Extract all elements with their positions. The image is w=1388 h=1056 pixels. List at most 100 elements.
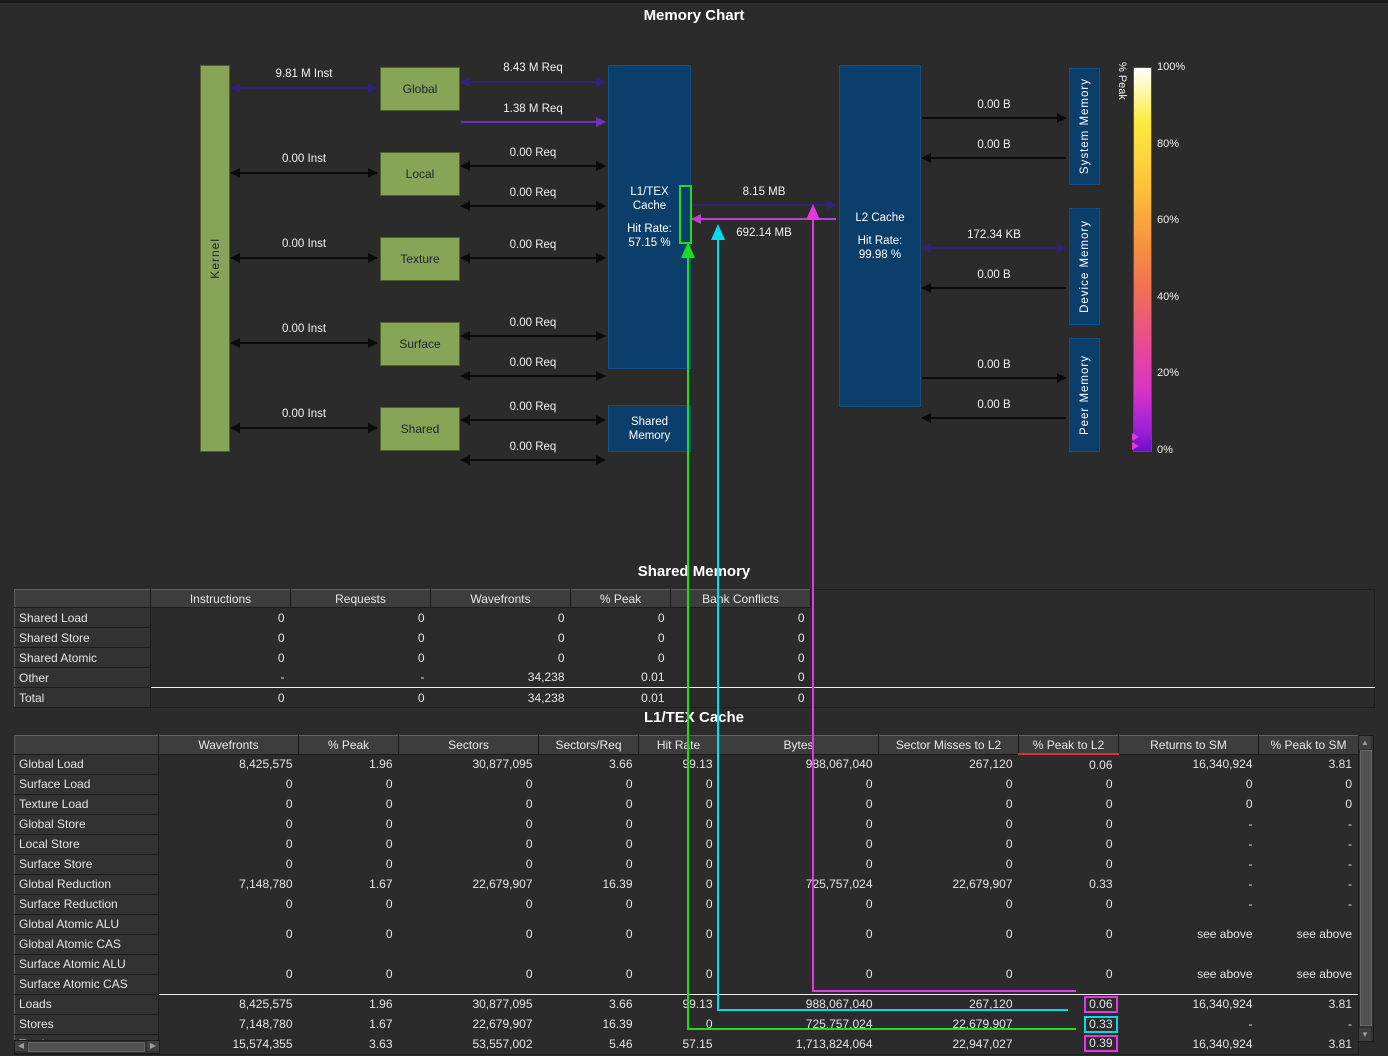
node-surface[interactable]: Surface [380,322,460,366]
row-label-header [15,736,159,755]
edge-label-surface-l1-a: 0.00 Req [510,317,557,330]
table-cell: 22,947,027 [879,1034,1019,1054]
device-memory-box[interactable]: Device Memory [1069,208,1100,325]
kernel-box[interactable]: Kernel [200,65,230,452]
row-label[interactable]: Surface Atomic CAS [15,974,159,994]
scroll-right-button[interactable]: ▶ [147,1041,159,1051]
system-memory-box[interactable]: System Memory [1069,68,1100,185]
table-cell: 0 [879,774,1019,794]
table-cell: 0 [639,814,719,834]
node-surface-label: Surface [399,337,440,351]
column-header[interactable]: Wavefronts [159,736,299,755]
table-row: Other--34,2380.010 [15,668,1375,688]
row-label[interactable]: Shared Atomic [15,648,151,668]
row-label[interactable]: Loads [15,994,159,1014]
table-cell: - [1119,874,1259,894]
row-label[interactable]: Surface Load [15,774,159,794]
column-header[interactable]: Instructions [151,590,291,608]
shared-memory-box-label: Shared Memory [621,415,679,443]
column-header[interactable]: % Peak to L2 [1019,736,1119,755]
scroll-down-button[interactable]: ▼ [1359,1028,1371,1041]
row-label[interactable]: Shared Store [15,628,151,648]
table-cell: 30,877,095 [399,754,539,774]
row-label[interactable]: Global Reduction [15,874,159,894]
node-texture[interactable]: Texture [380,237,460,281]
row-label[interactable]: Other [15,668,151,688]
table-cell: 0.33 [1019,874,1119,894]
table-cell: 725,757,024 [719,874,879,894]
table-cell: 16,340,924 [1119,994,1259,1014]
table-cell: 0 [539,854,639,874]
table-cell: 0 [1119,774,1259,794]
row-label[interactable]: Global Store [15,814,159,834]
scroll-up-button[interactable]: ▲ [1359,736,1371,749]
column-header[interactable]: Returns to SM [1119,736,1259,755]
scroll-left-button[interactable]: ◀ [15,1041,27,1051]
column-header[interactable]: Sectors/Req [539,736,639,755]
row-label[interactable]: Global Atomic CAS [15,934,159,954]
table-cell: 267,120 [879,754,1019,774]
scale-current-marker [1132,433,1139,441]
memory-chart-title: Memory Chart [0,7,1388,24]
column-header[interactable]: Requests [291,590,431,608]
table-cell: 0 [879,834,1019,854]
row-label[interactable]: Local Store [15,834,159,854]
node-local-label: Local [406,167,435,181]
row-label[interactable]: Texture Load [15,794,159,814]
column-header[interactable]: % Peak [299,736,399,755]
column-header[interactable]: Wavefronts [431,590,571,608]
column-header[interactable]: Hit Rate [639,736,719,755]
peer-memory-box[interactable]: Peer Memory [1069,338,1100,452]
row-label[interactable]: Total [15,688,151,708]
table-cell: 34,238 [431,668,571,688]
table-cell: 0 [879,814,1019,834]
l1-table-vertical-scrollbar[interactable]: ▲ ▼ [1358,735,1374,1042]
header-filler [811,590,1375,608]
edge-label-peer-a: 0.00 B [977,359,1010,372]
l2-cache-box[interactable]: L2 Cache Hit Rate: 99.98 % [839,65,921,407]
shared-memory-box[interactable]: Shared Memory [608,405,691,452]
table-cell: 1.96 [299,754,399,774]
column-header[interactable]: % Peak to SM [1259,736,1359,755]
l1-table-horizontal-scrollbar[interactable]: ◀ ▶ [14,1040,160,1054]
row-label[interactable]: Shared Load [15,608,151,628]
table-row: Global Atomic ALU00000000see abovesee ab… [15,914,1359,934]
table-cell: 0 [719,894,879,914]
node-global[interactable]: Global [380,67,460,111]
row-label[interactable]: Surface Store [15,854,159,874]
table-cell: 0 [639,774,719,794]
row-label[interactable]: Global Atomic ALU [15,914,159,934]
table-row: Total15,574,3553.6353,557,0025.4657.151,… [15,1034,1359,1054]
row-label[interactable]: Global Load [15,754,159,774]
row-label[interactable]: Surface Atomic ALU [15,954,159,974]
table-cell: 725,757,024 [719,1014,879,1034]
column-header[interactable]: Bank Conflicts [671,590,811,608]
table-cell: 1.67 [299,874,399,894]
node-shared[interactable]: Shared [380,407,460,451]
table-cell: 0 [151,648,291,668]
table-cell: 0 [159,834,299,854]
table-cell: 0 [879,954,1019,994]
table-row: Global Load8,425,5751.9630,877,0953.6699… [15,754,1359,774]
l1-cache-name: L1/TEX Cache [621,185,679,213]
column-header[interactable]: Sectors [399,736,539,755]
row-label[interactable]: Stores [15,1014,159,1034]
row-label[interactable]: Surface Reduction [15,894,159,914]
scrollbar-thumb[interactable] [28,1042,145,1052]
table-cell: 0.01 [571,688,671,708]
table-cell: 0 [159,854,299,874]
table-cell: 0 [151,608,291,628]
table-cell: - [151,668,291,688]
table-cell: 1.96 [299,994,399,1014]
l1-cache-box[interactable]: L1/TEX Cache Hit Rate: 57.15 % [608,65,691,369]
table-cell: 988,067,040 [719,754,879,774]
scale-tick: 20% [1157,367,1179,379]
table-cell: 0 [719,794,879,814]
table-cell: 0 [299,774,399,794]
column-header[interactable]: Sector Misses to L2 [879,736,1019,755]
column-header[interactable]: Bytes [719,736,879,755]
node-local[interactable]: Local [380,152,460,196]
column-header[interactable]: % Peak [571,590,671,608]
table-cell: 0 [571,608,671,628]
scrollbar-thumb[interactable] [1360,750,1372,1026]
